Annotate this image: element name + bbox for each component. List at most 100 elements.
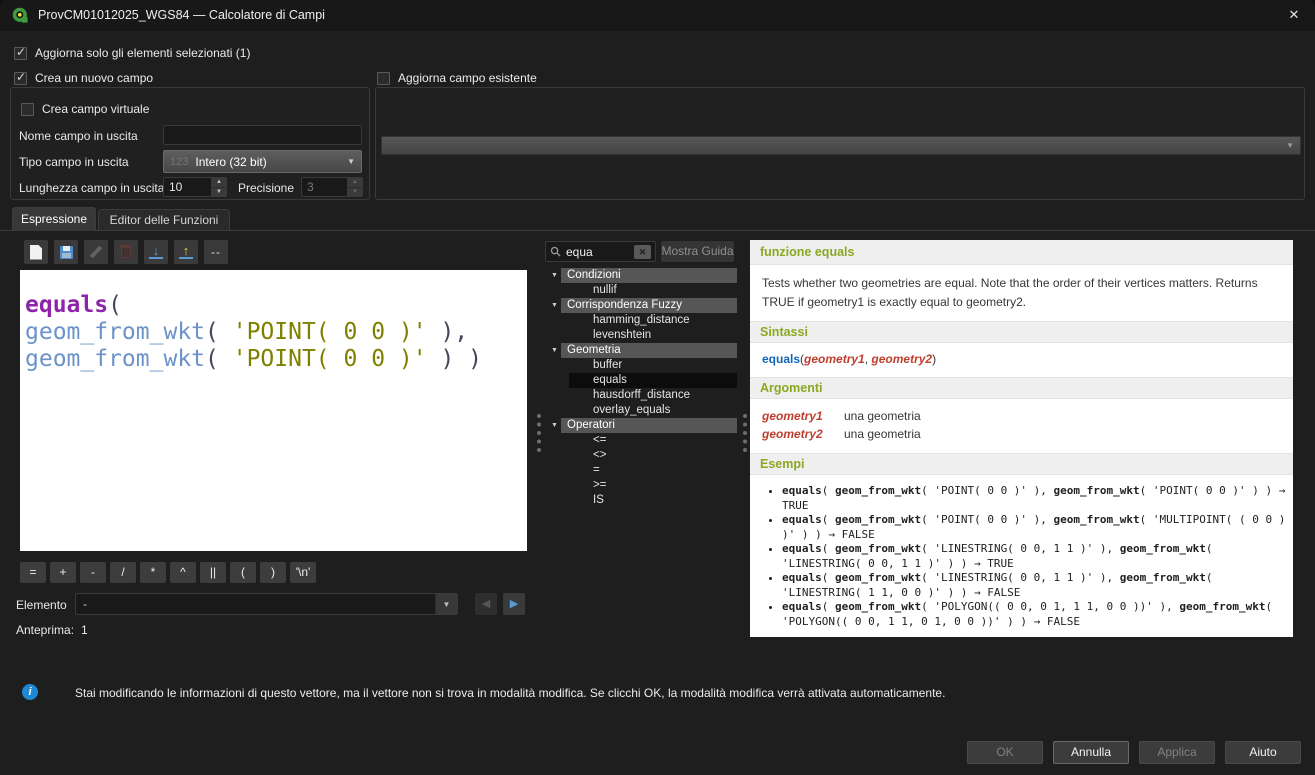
chevron-down-icon[interactable]: ▼: [545, 298, 561, 313]
operator-button[interactable]: =: [20, 562, 46, 583]
chevron-down-icon[interactable]: ▼: [435, 594, 457, 614]
applica-button: Applica: [1139, 741, 1215, 764]
tree-item[interactable]: hamming_distance: [569, 313, 737, 328]
operator-row: =+-/*^||()'\n': [20, 562, 316, 583]
expression-options-button[interactable]: --: [204, 240, 228, 264]
syntax-header: Sintassi: [750, 321, 1293, 343]
splitter-handle-right[interactable]: [743, 414, 747, 452]
field-length-spinner[interactable]: 10 ▲▼: [163, 177, 227, 197]
tree-item[interactable]: buffer: [569, 358, 737, 373]
operator-button[interactable]: +: [50, 562, 76, 583]
tree-group[interactable]: ▼Operatori: [545, 418, 737, 433]
trash-icon: [121, 247, 131, 258]
feature-select[interactable]: - ▼: [75, 593, 458, 615]
function-search[interactable]: equa ✕: [545, 241, 656, 262]
tree-item[interactable]: equals: [569, 373, 737, 388]
precision-spinner: 3 ▲▼: [301, 177, 363, 197]
update-selected-checkbox[interactable]: ✓ Aggiorna solo gli elementi selezionati…: [14, 46, 250, 60]
code-line: geom_from_wkt( 'POINT( 0 0 )' ),: [25, 319, 522, 346]
tree-item-label: hamming_distance: [569, 313, 690, 328]
aiuto-button[interactable]: Aiuto: [1225, 741, 1301, 764]
tab-espressione[interactable]: Espressione: [12, 207, 96, 231]
field-name-input[interactable]: [163, 125, 362, 145]
dash-icon: --: [211, 245, 221, 259]
tree-group[interactable]: ▼Condizioni: [545, 268, 737, 283]
tree-item-label: <=: [569, 433, 606, 448]
chevron-down-icon: ▼: [1286, 141, 1294, 150]
tree-group[interactable]: ▼Geometria: [545, 343, 737, 358]
tree-item[interactable]: =: [569, 463, 737, 478]
chevron-down-icon[interactable]: ▼: [545, 418, 561, 433]
tree-group-label: Geometria: [561, 343, 737, 358]
tree-item[interactable]: hausdorff_distance: [569, 388, 737, 403]
checkbox-box[interactable]: [377, 72, 390, 85]
expression-editor[interactable]: equals(geom_from_wkt( 'POINT( 0 0 )' ),g…: [20, 270, 527, 551]
tab-divider: [0, 230, 1315, 231]
field-length-value: 10: [164, 178, 211, 196]
next-feature-button[interactable]: ▶: [503, 593, 525, 615]
clear-search-icon[interactable]: ✕: [634, 245, 651, 259]
operator-button[interactable]: *: [140, 562, 166, 583]
virtual-field-checkbox[interactable]: Crea campo virtuale: [21, 102, 149, 116]
checkbox-label: Aggiorna solo gli elementi selezionati (…: [35, 46, 250, 60]
titlebar: ProvCM01012025_WGS84 — Calcolatore di Ca…: [0, 0, 1315, 30]
syntax-function-name: equals: [762, 352, 800, 366]
tree-item[interactable]: IS: [569, 493, 737, 508]
tree-item[interactable]: levenshtein: [569, 328, 737, 343]
operator-button[interactable]: ^: [170, 562, 196, 583]
tree-item-label: overlay_equals: [569, 403, 670, 418]
previous-feature-button: ◀: [475, 593, 497, 615]
tree-item-label: hausdorff_distance: [569, 388, 690, 403]
checkbox-box[interactable]: ✓: [14, 72, 27, 85]
operator-button[interactable]: '\n': [290, 562, 316, 583]
tree-group[interactable]: ▼Corrispondenza Fuzzy: [545, 298, 737, 313]
field-type-select[interactable]: 123 Intero (32 bit) ▼: [163, 150, 362, 173]
integer-type-icon: 123: [170, 156, 188, 168]
tree-item[interactable]: >=: [569, 478, 737, 493]
operator-button[interactable]: ||: [200, 562, 226, 583]
tab-editor-funzioni[interactable]: Editor delle Funzioni: [98, 209, 230, 231]
tree-group-label: Corrispondenza Fuzzy: [561, 298, 737, 313]
field-name-label: Nome campo in uscita: [19, 129, 138, 143]
export-expressions-button[interactable]: ↑: [174, 240, 198, 264]
tree-item-label: <>: [569, 448, 606, 463]
close-icon[interactable]: ✕: [1285, 6, 1303, 24]
operator-button[interactable]: ): [260, 562, 286, 583]
tree-group-label: Operatori: [561, 418, 737, 433]
new-expression-button[interactable]: [24, 240, 48, 264]
search-input[interactable]: equa: [566, 245, 629, 259]
save-expression-button[interactable]: [54, 240, 78, 264]
field-calculator-dialog: ProvCM01012025_WGS84 — Calcolatore di Ca…: [0, 0, 1315, 775]
example-item: equals( geom_from_wkt( 'LINESTRING( 0 0,…: [782, 571, 1293, 600]
chevron-down-icon[interactable]: ▼: [545, 343, 561, 358]
field-length-label: Lunghezza campo in uscita: [19, 181, 164, 195]
splitter-handle-left[interactable]: [537, 414, 541, 452]
tree-item[interactable]: <>: [569, 448, 737, 463]
import-expressions-button[interactable]: ↓: [144, 240, 168, 264]
tree-group-label: Condizioni: [561, 268, 737, 283]
operator-button[interactable]: (: [230, 562, 256, 583]
checkbox-box[interactable]: ✓: [14, 47, 27, 60]
examples-header: Esempi: [750, 453, 1293, 475]
operator-button[interactable]: /: [110, 562, 136, 583]
tree-item[interactable]: <=: [569, 433, 737, 448]
operator-button[interactable]: -: [80, 562, 106, 583]
annulla-button[interactable]: Annulla: [1053, 741, 1129, 764]
window-title: ProvCM01012025_WGS84 — Calcolatore di Ca…: [38, 0, 325, 30]
existing-field-select: ▼: [381, 136, 1301, 155]
spin-up-icon: ▲: [348, 178, 362, 188]
checkbox-box[interactable]: [21, 103, 34, 116]
code-line: geom_from_wkt( 'POINT( 0 0 )' ) ): [25, 346, 522, 373]
search-icon: [550, 246, 561, 257]
preview-value: 1: [81, 623, 88, 637]
spin-down-icon[interactable]: ▼: [212, 188, 226, 197]
example-item: equals( geom_from_wkt( 'POLYGON(( 0 0, 0…: [782, 600, 1293, 629]
example-item: equals( geom_from_wkt( 'POINT( 0 0 )' ),…: [782, 513, 1293, 542]
spin-up-icon[interactable]: ▲: [212, 178, 226, 188]
tree-item[interactable]: nullif: [569, 283, 737, 298]
chevron-down-icon[interactable]: ▼: [545, 268, 561, 283]
create-new-field-checkbox[interactable]: ✓ Crea un nuovo campo: [14, 71, 153, 85]
update-existing-field-checkbox[interactable]: Aggiorna campo esistente: [377, 71, 537, 85]
tree-item-label: buffer: [569, 358, 622, 373]
tree-item[interactable]: overlay_equals: [569, 403, 737, 418]
